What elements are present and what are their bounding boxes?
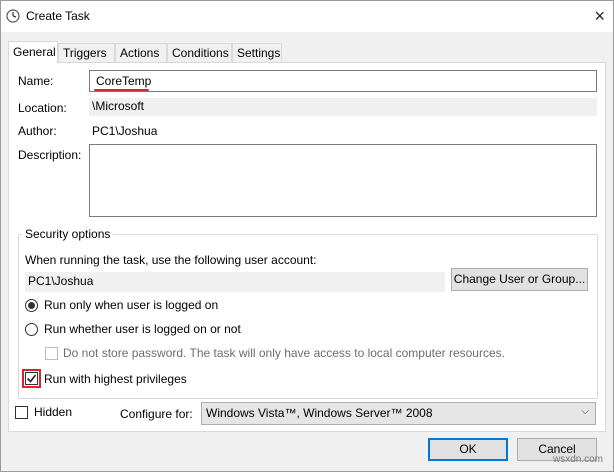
tab-conditions[interactable]: Conditions (167, 43, 232, 63)
ok-button[interactable]: OK (428, 438, 508, 461)
name-label: Name: (18, 74, 54, 88)
general-tab-panel: Name: CoreTemp Location: \Microsoft Auth… (8, 62, 606, 432)
hidden-checkbox[interactable] (15, 406, 28, 419)
description-textarea[interactable] (89, 144, 597, 217)
author-value: PC1\Joshua (92, 124, 158, 138)
chevron-down-icon: ⌵ (581, 406, 589, 417)
tab-triggers[interactable]: Triggers (58, 43, 115, 63)
user-account-value: PC1\Joshua (25, 272, 445, 292)
checkmark-icon (26, 374, 37, 383)
tab-settings[interactable]: Settings (232, 43, 282, 63)
name-input[interactable]: CoreTemp (89, 70, 597, 92)
clock-icon (6, 9, 20, 23)
user-account-prompt: When running the task, use the following… (25, 253, 317, 267)
location-label: Location: (18, 101, 67, 115)
radio-logged-on-label: Run only when user is logged on (44, 298, 219, 312)
radio-logged-on-or-not-label: Run whether user is logged on or not (44, 322, 241, 336)
create-task-window: Create Task × General Triggers Actions C… (0, 0, 614, 472)
window-title: Create Task (26, 9, 90, 23)
radio-logged-on-or-not[interactable] (25, 323, 38, 336)
author-label: Author: (18, 124, 57, 138)
change-user-button[interactable]: Change User or Group... (451, 268, 588, 291)
configure-for-label: Configure for: (120, 407, 193, 421)
description-label: Description: (18, 148, 82, 162)
annotation-underline (94, 89, 149, 91)
hidden-label: Hidden (34, 405, 73, 419)
security-options-legend: Security options (22, 227, 114, 241)
configure-for-value: Windows Vista™, Windows Server™ 2008 (206, 406, 433, 420)
no-store-password-checkbox (45, 347, 58, 360)
no-store-password-label: Do not store password. The task will onl… (63, 346, 505, 360)
tab-actions[interactable]: Actions (115, 43, 167, 63)
radio-logged-on[interactable] (25, 299, 38, 312)
highest-privileges-checkbox[interactable] (25, 372, 38, 385)
highest-privileges-label: Run with highest privileges (44, 372, 187, 386)
configure-for-dropdown[interactable]: Windows Vista™, Windows Server™ 2008 ⌵ (201, 402, 596, 425)
location-value: \Microsoft (89, 98, 597, 116)
title-bar: Create Task × (1, 1, 613, 32)
close-icon[interactable]: × (594, 7, 605, 25)
watermark: wsxdn.com (552, 454, 603, 465)
radio-selected-dot (28, 302, 35, 309)
tab-general[interactable]: General (8, 41, 58, 64)
